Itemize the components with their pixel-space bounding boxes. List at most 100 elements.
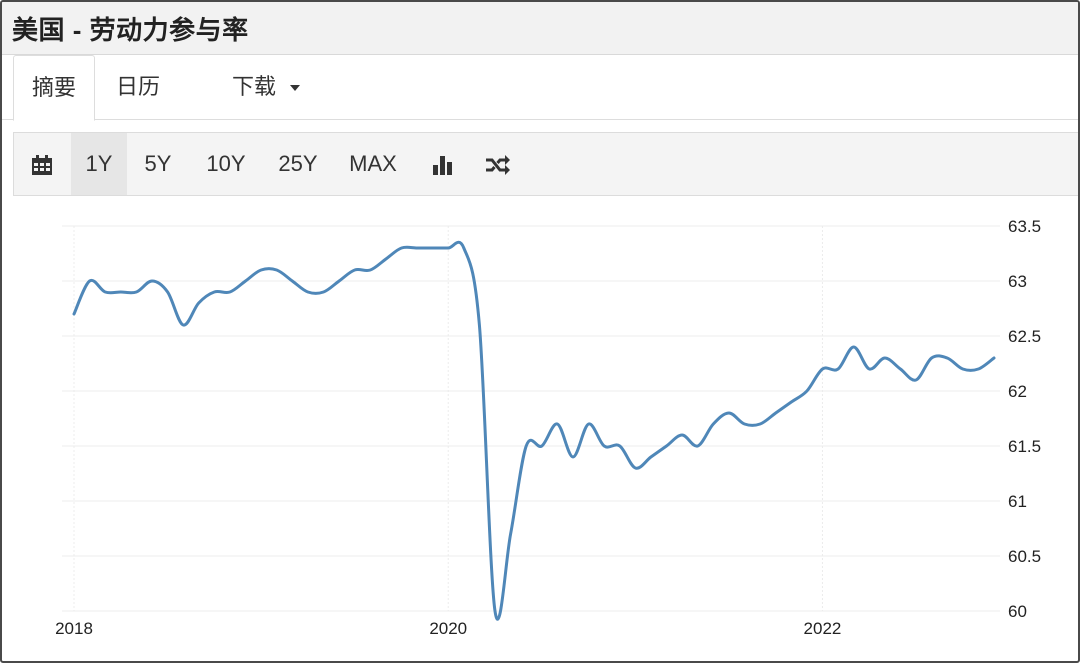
range-25y-button[interactable]: 25Y — [268, 133, 328, 195]
y-tick-label: 61 — [1008, 492, 1027, 511]
data-point — [960, 366, 966, 372]
data-point — [632, 465, 638, 471]
data-point — [289, 278, 295, 284]
labor-force-participation-chart: 60 60.5 61 61.5 62 62.5 63 63.5 2018 2020 2022 — [55, 217, 1041, 638]
data-point — [258, 267, 264, 273]
shuffle-icon — [485, 151, 511, 176]
data-point — [383, 256, 389, 262]
y-tick-label: 60.5 — [1008, 547, 1041, 566]
data-point — [149, 278, 155, 284]
data-point — [991, 355, 997, 361]
y-tick-label: 61.5 — [1008, 437, 1041, 456]
chart-widget: 美国 - 劳动力参与率 摘要 日历 下载 1Y 5Y 10Y 25Y MAX 6… — [0, 0, 1080, 663]
range-10y-button[interactable]: 10Y — [196, 133, 256, 195]
range-5y-label: 5Y — [144, 151, 172, 176]
data-point — [851, 344, 857, 350]
data-point — [882, 355, 888, 361]
data-point — [399, 245, 405, 251]
tab-calendar-label: 日历 — [116, 74, 161, 99]
tab-bar: 摘要 日历 下载 — [2, 55, 1078, 121]
data-point — [523, 443, 529, 449]
data-point — [414, 245, 420, 251]
data-point — [664, 443, 670, 449]
x-tick-label: 2022 — [804, 619, 842, 638]
data-point — [71, 311, 77, 317]
x-tick-label: 2018 — [55, 619, 93, 638]
calendar-button[interactable] — [18, 133, 66, 195]
data-point — [508, 531, 514, 537]
data-point — [944, 355, 950, 361]
data-point — [352, 267, 358, 273]
data-point — [445, 245, 451, 251]
data-point — [430, 245, 436, 251]
data-point — [929, 355, 935, 361]
caret-down-icon — [290, 85, 301, 92]
data-point — [102, 289, 108, 295]
data-point — [133, 289, 139, 295]
data-point — [570, 454, 576, 460]
data-point — [726, 410, 732, 416]
y-tick-label: 63 — [1008, 272, 1027, 291]
tab-download[interactable]: 下载 — [232, 55, 312, 119]
data-point — [118, 289, 124, 295]
tab-summary-label: 摘要 — [31, 75, 76, 100]
data-point — [913, 377, 919, 383]
bar-chart-icon — [431, 151, 453, 176]
y-tick-label: 62 — [1008, 382, 1027, 401]
data-point — [695, 443, 701, 449]
data-point — [710, 421, 716, 427]
range-10y-label: 10Y — [206, 151, 246, 176]
data-point — [835, 366, 841, 372]
data-point — [617, 443, 623, 449]
tab-calendar[interactable]: 日历 — [116, 55, 176, 119]
y-tick-label: 63.5 — [1008, 217, 1041, 236]
tab-download-label: 下载 — [232, 74, 277, 99]
data-point — [87, 278, 93, 284]
data-point — [180, 322, 186, 328]
data-point — [757, 421, 763, 427]
data-point — [336, 278, 342, 284]
data-point — [788, 399, 794, 405]
y-tick-label: 60 — [1008, 602, 1027, 621]
data-point — [165, 289, 171, 295]
chart-toolbar: 1Y 5Y 10Y 25Y MAX — [13, 132, 1078, 196]
data-point — [601, 443, 607, 449]
data-point — [742, 421, 748, 427]
compare-button[interactable] — [478, 133, 518, 195]
data-point — [539, 443, 545, 449]
data-point — [492, 608, 498, 614]
x-tick-label: 2020 — [429, 619, 467, 638]
data-point — [274, 267, 280, 273]
data-point — [243, 278, 249, 284]
data-point — [804, 388, 810, 394]
data-point — [586, 421, 592, 427]
data-point — [975, 366, 981, 372]
page-title: 美国 - 劳动力参与率 — [12, 15, 249, 45]
data-point — [679, 432, 685, 438]
tab-summary[interactable]: 摘要 — [13, 55, 95, 121]
data-point — [461, 245, 467, 251]
data-point — [648, 454, 654, 460]
data-point — [866, 366, 872, 372]
range-max-button[interactable]: MAX — [340, 133, 406, 195]
chart-type-button[interactable] — [422, 133, 462, 195]
data-point — [773, 410, 779, 416]
data-point — [897, 366, 903, 372]
data-point — [305, 289, 311, 295]
range-5y-button[interactable]: 5Y — [133, 133, 183, 195]
data-point — [196, 300, 202, 306]
data-point — [367, 267, 373, 273]
data-point — [227, 289, 233, 295]
calendar-icon — [31, 151, 53, 176]
data-point — [476, 322, 482, 328]
data-point — [321, 289, 327, 295]
title-bar: 美国 - 劳动力参与率 — [2, 2, 1078, 55]
range-1y-button[interactable]: 1Y — [71, 133, 127, 195]
range-max-label: MAX — [349, 151, 397, 176]
series-line — [72, 240, 996, 621]
data-point — [820, 366, 826, 372]
data-point — [554, 421, 560, 427]
data-point — [211, 289, 217, 295]
range-1y-label: 1Y — [85, 151, 113, 176]
y-tick-label: 62.5 — [1008, 327, 1041, 346]
